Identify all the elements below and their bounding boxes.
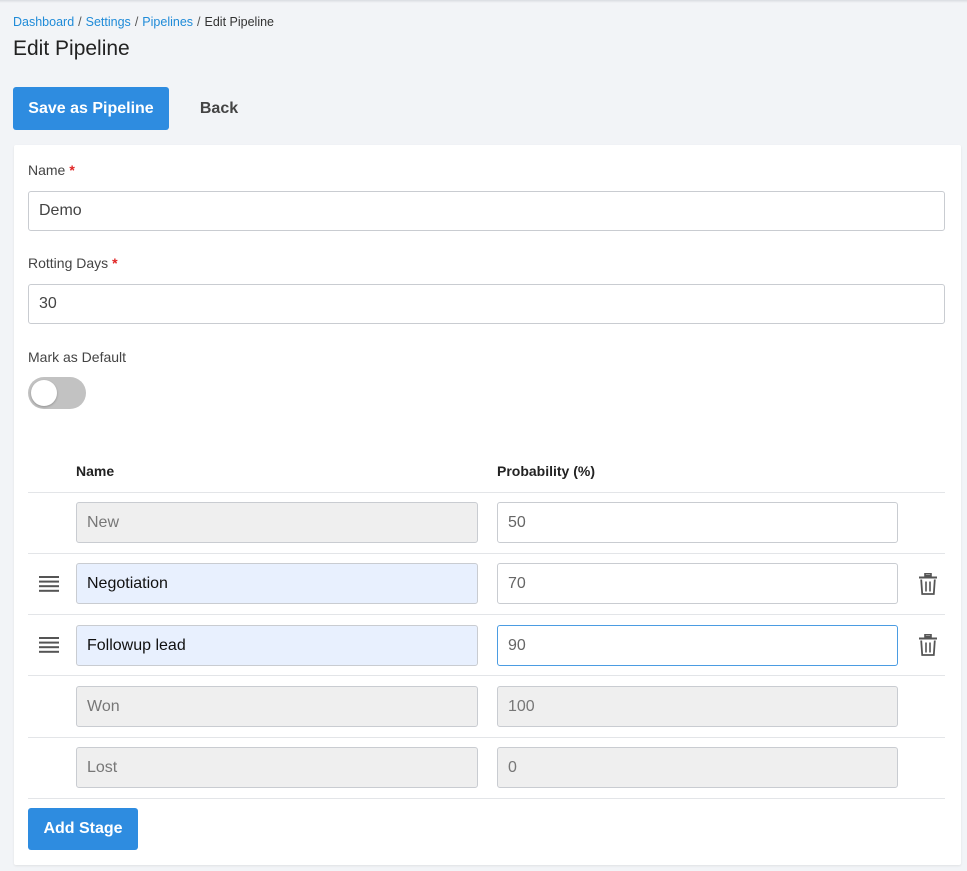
stage-name-input bbox=[76, 502, 478, 543]
column-header-name: Name bbox=[76, 463, 115, 479]
table-divider bbox=[28, 675, 945, 676]
table-divider bbox=[28, 553, 945, 554]
drag-handle-icon[interactable] bbox=[39, 637, 59, 653]
stage-name-input bbox=[76, 686, 478, 727]
breadcrumb: Dashboard / Settings / Pipelines / Edit Pipeli… bbox=[13, 15, 274, 29]
stage-name-input bbox=[76, 747, 478, 788]
page-title: Edit Pipeline bbox=[13, 37, 130, 60]
breadcrumb-pipelines[interactable]: Pipelines bbox=[142, 15, 193, 29]
stage-probability-input[interactable] bbox=[497, 563, 898, 604]
drag-handle-icon[interactable] bbox=[39, 576, 59, 592]
name-label: Name * bbox=[28, 162, 75, 178]
mark-default-label: Mark as Default bbox=[28, 349, 127, 365]
top-shadow bbox=[0, 0, 967, 3]
column-header-probability: Probability (%) bbox=[497, 463, 596, 479]
rotting-days-input[interactable] bbox=[28, 284, 945, 324]
table-divider bbox=[28, 798, 945, 799]
rotting-days-label: Rotting Days * bbox=[28, 255, 118, 271]
breadcrumb-current: Edit Pipeline bbox=[204, 15, 275, 29]
rotting-days-label-text: Rotting Days bbox=[28, 255, 109, 271]
required-marker: * bbox=[112, 255, 118, 271]
table-divider bbox=[28, 492, 945, 493]
trash-icon[interactable] bbox=[918, 573, 938, 595]
stage-name-input[interactable] bbox=[76, 563, 478, 604]
breadcrumb-separator: / bbox=[197, 15, 201, 29]
toggle-knob bbox=[31, 380, 57, 406]
table-divider bbox=[28, 737, 945, 738]
back-button[interactable]: Back bbox=[187, 87, 251, 130]
name-label-text: Name bbox=[28, 162, 66, 178]
stage-probability-input bbox=[497, 747, 898, 788]
trash-icon[interactable] bbox=[918, 634, 938, 656]
breadcrumb-dashboard[interactable]: Dashboard bbox=[13, 15, 74, 29]
save-pipeline-button[interactable]: Save as Pipeline bbox=[13, 87, 169, 130]
stage-probability-input[interactable] bbox=[497, 625, 898, 666]
stage-name-input[interactable] bbox=[76, 625, 478, 666]
name-input[interactable] bbox=[28, 191, 945, 231]
add-stage-button[interactable]: Add Stage bbox=[28, 808, 138, 850]
required-marker: * bbox=[69, 162, 75, 178]
breadcrumb-separator: / bbox=[134, 15, 139, 29]
mark-default-toggle[interactable] bbox=[28, 377, 86, 409]
breadcrumb-settings[interactable]: Settings bbox=[86, 15, 131, 29]
table-divider bbox=[28, 614, 945, 615]
stage-probability-input bbox=[497, 686, 898, 727]
breadcrumb-separator: / bbox=[78, 15, 82, 29]
stage-probability-input[interactable] bbox=[497, 502, 898, 543]
